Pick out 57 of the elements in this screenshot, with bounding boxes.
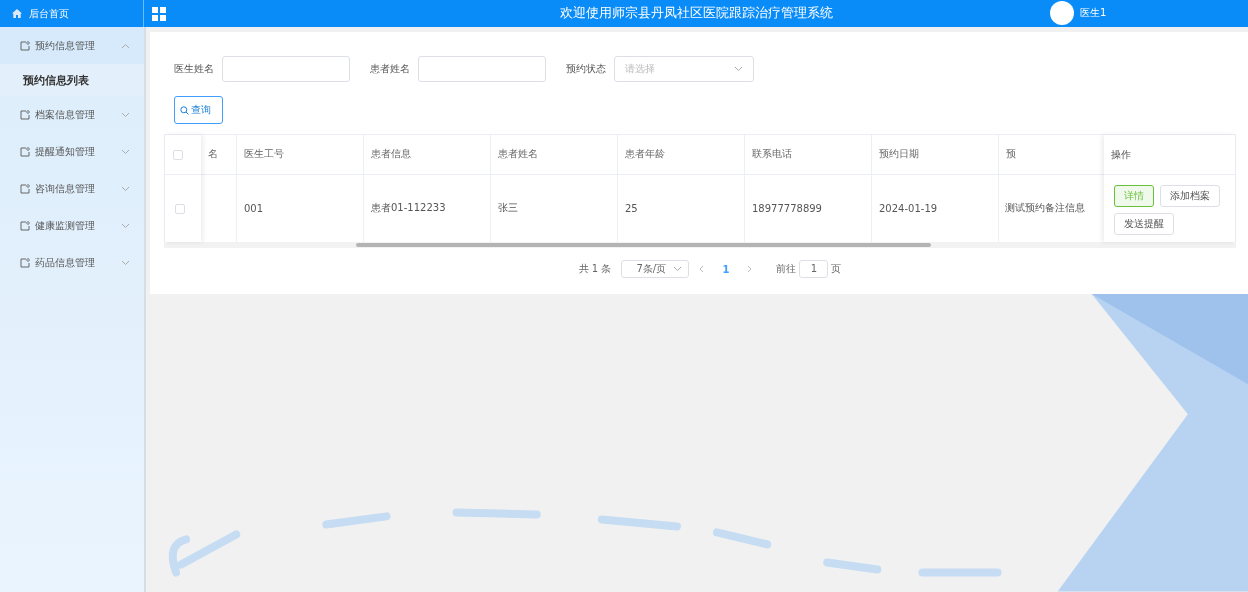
chevron-down-icon <box>121 259 130 266</box>
menu-group[interactable]: 药品信息管理 <box>0 244 144 281</box>
table-cell-text: 测试预约备注信息 <box>1004 201 1086 216</box>
page-input[interactable]: 1 <box>799 260 829 278</box>
input-field[interactable] <box>418 56 546 82</box>
column-header: 预 <box>1005 147 1017 162</box>
document-icon <box>20 146 30 157</box>
document-icon <box>20 183 30 194</box>
menu-group[interactable]: 咨询信息管理 <box>0 170 144 207</box>
chevron-up-icon <box>121 42 130 49</box>
chevron-down-icon <box>121 111 130 118</box>
document-icon <box>20 257 30 268</box>
menu-group[interactable]: 预约信息管理 <box>0 27 144 64</box>
page-suffix: 页 <box>831 262 842 276</box>
column-header: 患者年龄 <box>618 135 745 174</box>
total-count: 共 1 条 <box>578 262 612 276</box>
checkbox[interactable] <box>175 204 185 214</box>
page-size-select[interactable]: 7条/页 <box>621 260 690 278</box>
chevron-down-icon <box>673 266 683 272</box>
column-header: 名 <box>201 135 237 174</box>
grid-menu-icon[interactable] <box>152 6 166 21</box>
menu-group[interactable]: 健康监测管理 <box>0 207 144 244</box>
menu-group[interactable]: 档案信息管理 <box>0 96 144 133</box>
select-placeholder: 请选择 <box>625 62 655 76</box>
next-page-icon[interactable] <box>747 265 753 273</box>
avatar-icon[interactable] <box>1050 1 1074 25</box>
search-button[interactable]: 查询 <box>174 96 223 124</box>
home-icon <box>12 9 22 18</box>
action-button[interactable]: 发送提醒 <box>1114 213 1174 235</box>
chevron-down-icon <box>121 222 130 229</box>
chevron-down-icon <box>121 148 130 155</box>
action-button[interactable]: 添加档案 <box>1160 185 1220 207</box>
home-link[interactable]: 后台首页 <box>29 6 69 21</box>
column-header: 患者姓名 <box>491 135 618 174</box>
scrollbar-thumb[interactable] <box>356 243 931 247</box>
document-icon <box>20 109 30 120</box>
search-icon <box>180 105 189 115</box>
column-header: 操作 <box>1104 135 1235 175</box>
field-label: 患者姓名 <box>370 62 410 76</box>
column-header: 患者信息 <box>364 135 491 174</box>
menu-group[interactable]: 提醒通知管理 <box>0 133 144 170</box>
document-icon <box>20 220 30 231</box>
chevron-down-icon <box>121 185 130 192</box>
app-title: 欢迎使用师宗县丹凤社区医院跟踪治疗管理系统 <box>559 4 833 22</box>
submenu-item[interactable]: 预约信息列表 <box>0 64 144 96</box>
chevron-down-icon <box>734 66 743 72</box>
column-header: 预约日期 <box>872 135 999 174</box>
user-name[interactable]: 医生1 <box>1080 6 1107 20</box>
previous-page-icon[interactable] <box>699 265 705 273</box>
column-header: 医生工号 <box>237 135 364 174</box>
field-label: 预约状态 <box>566 62 606 76</box>
column-header: 联系电话 <box>745 135 872 174</box>
input-field[interactable] <box>222 56 350 82</box>
goto-label: 前往 <box>776 262 797 276</box>
document-icon <box>20 40 30 51</box>
field-label: 医生姓名 <box>174 62 214 76</box>
checkbox[interactable] <box>173 149 183 160</box>
